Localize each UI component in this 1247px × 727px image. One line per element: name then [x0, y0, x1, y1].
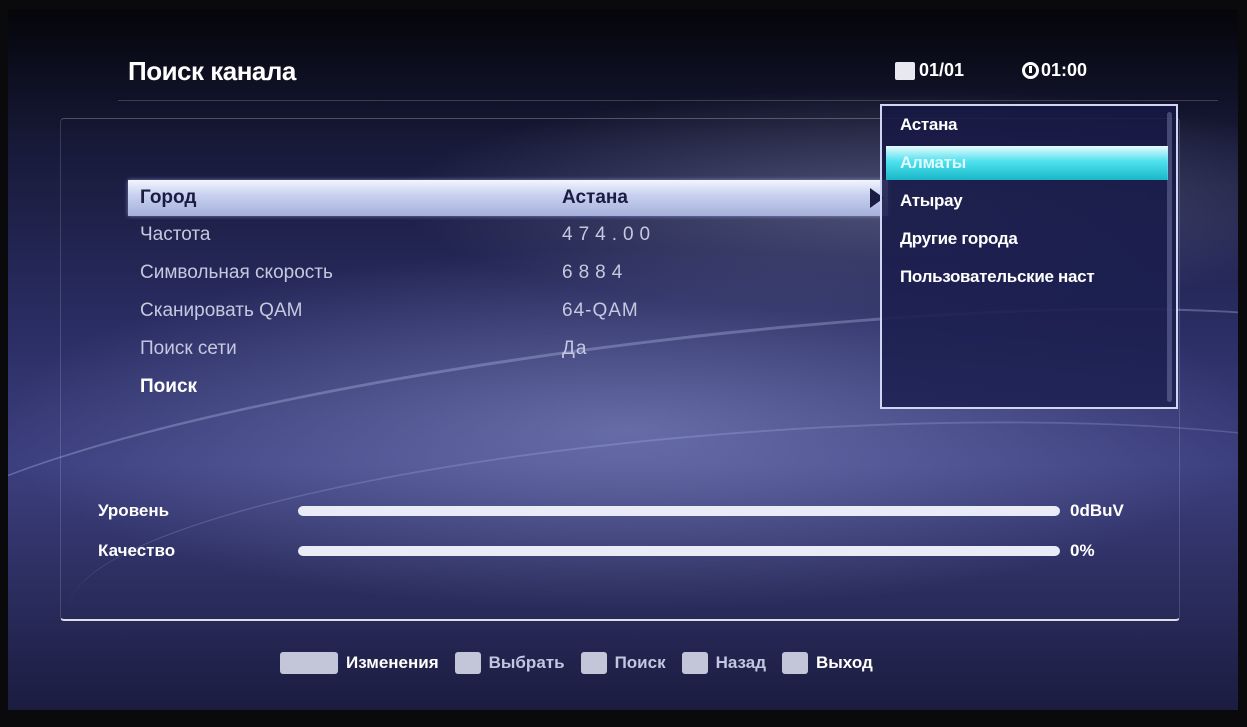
meter-value: 0%	[1070, 541, 1095, 560]
city-dropdown[interactable]: Астана Алматы Атырау Другие города Польз…	[880, 104, 1178, 409]
signal-level-meter: Уровень 0dBuV	[98, 499, 1148, 523]
setting-value: 474.00	[562, 224, 657, 245]
meter-track	[298, 506, 1060, 516]
page-indicator: 01/01	[895, 60, 964, 81]
key-icon	[782, 652, 809, 674]
key-icon	[454, 652, 481, 674]
signal-quality-meter: Качество 0%	[98, 539, 1148, 563]
meter-label: Уровень	[98, 501, 170, 520]
setting-row-network-search[interactable]: Поиск сети Да	[128, 330, 888, 368]
setting-value: Астана	[562, 187, 628, 208]
footer-label: Поиск	[614, 653, 666, 672]
footer-label: Выбрать	[488, 653, 565, 672]
meter-value: 0dBuV	[1070, 501, 1124, 520]
setting-row-city[interactable]: Город Астана	[128, 180, 888, 216]
meter-label: Качество	[98, 541, 176, 560]
edit-button[interactable]: Изменения	[280, 652, 439, 674]
key-icon	[280, 652, 338, 674]
settings-list: Город Астана Частота 474.00 Символьная с…	[128, 180, 888, 406]
dropdown-option[interactable]: Другие города	[882, 220, 1176, 258]
dropdown-option-highlighted[interactable]: Алматы	[886, 146, 1168, 180]
setting-label: Город	[140, 187, 197, 208]
select-button[interactable]: Выбрать	[454, 652, 565, 674]
key-icon	[681, 652, 708, 674]
page-title: Поиск канала	[128, 56, 296, 86]
setting-value: 64-QAM	[562, 300, 639, 321]
clock: 01:00	[1022, 60, 1087, 81]
dropdown-scrollbar[interactable]	[1167, 112, 1172, 402]
setting-label: Символьная скорость	[140, 262, 333, 283]
clock-text: 01:00	[1041, 60, 1088, 80]
page-icon	[895, 61, 915, 80]
dropdown-option[interactable]: Астана	[882, 106, 1176, 144]
setting-row-symbol-rate[interactable]: Символьная скорость 6884	[128, 254, 888, 292]
search-button[interactable]: Поиск	[580, 652, 666, 674]
dropdown-option[interactable]: Атырау	[882, 182, 1176, 220]
setting-label: Частота	[140, 224, 211, 245]
footer-label: Назад	[715, 653, 767, 672]
footer-hints: Изменения Выбрать Поиск Назад Выход	[280, 652, 889, 674]
back-button[interactable]: Назад	[681, 652, 767, 674]
clock-icon	[1022, 62, 1039, 79]
dropdown-option[interactable]: Пользовательские наст	[882, 258, 1176, 296]
setting-label: Поиск сети	[140, 338, 237, 359]
setting-row-scan-qam[interactable]: Сканировать QAM 64-QAM	[128, 292, 888, 330]
search-start-button[interactable]: Поиск	[128, 368, 888, 406]
setting-row-frequency[interactable]: Частота 474.00	[128, 216, 888, 254]
page-indicator-text: 01/01	[919, 60, 965, 80]
setting-value: Да	[562, 338, 588, 359]
setting-value: 6884	[562, 262, 629, 283]
title-divider	[118, 100, 1218, 101]
footer-label: Изменения	[346, 653, 439, 672]
setting-label: Сканировать QAM	[140, 300, 303, 321]
key-icon	[580, 652, 607, 674]
footer-label: Выход	[816, 653, 873, 672]
setting-label: Поиск	[140, 376, 198, 397]
meter-track	[298, 546, 1060, 556]
exit-button[interactable]: Выход	[782, 652, 873, 674]
